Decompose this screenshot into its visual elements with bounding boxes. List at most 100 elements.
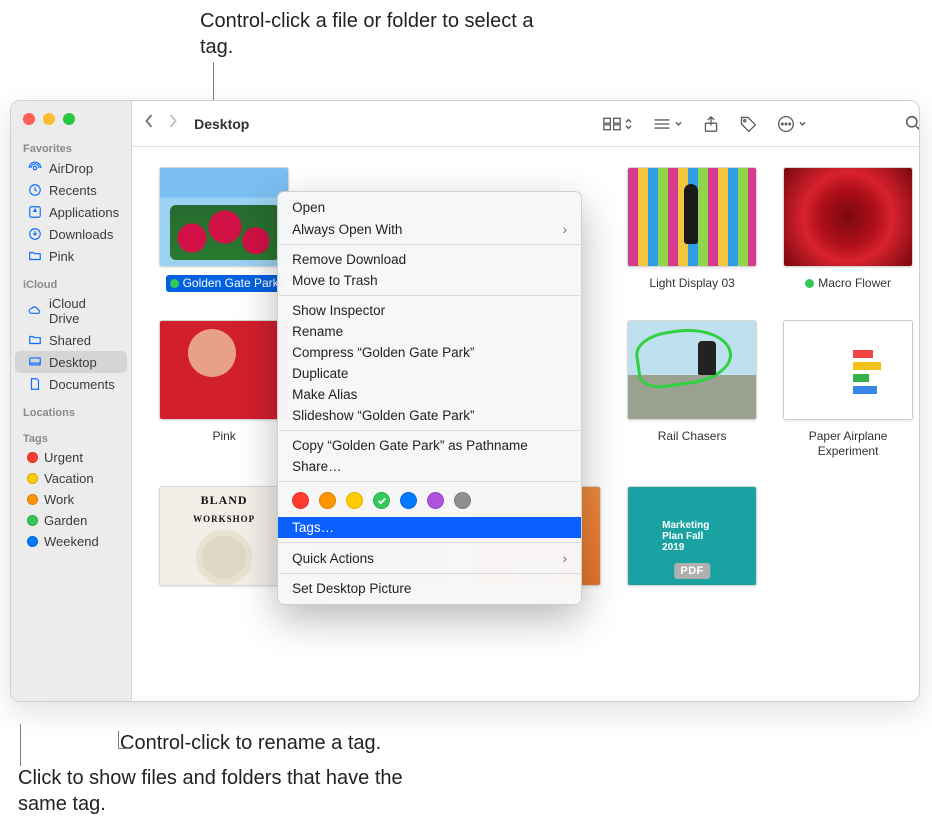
- toolbar: Desktop: [132, 101, 920, 147]
- sidebar-item-recents[interactable]: Recents: [15, 179, 127, 201]
- close-window-button[interactable]: [23, 113, 35, 125]
- sidebar-heading-tags: Tags: [11, 429, 131, 447]
- ctx-rename[interactable]: Rename: [278, 321, 581, 342]
- ctx-tag-color[interactable]: [400, 492, 417, 509]
- sidebar-label: Desktop: [49, 355, 97, 370]
- document-icon: [27, 376, 43, 392]
- sidebar-tag-label: Weekend: [44, 534, 99, 549]
- ctx-tag-color[interactable]: [427, 492, 444, 509]
- file-label: Pink: [208, 428, 239, 445]
- tags-button[interactable]: [733, 111, 763, 137]
- file-thumbnail: [783, 167, 913, 267]
- sidebar-item-downloads[interactable]: Downloads: [15, 223, 127, 245]
- sidebar: Favorites AirDrop Recents Applications D…: [11, 101, 132, 701]
- annotation-rename: Control-click to rename a tag.: [120, 730, 480, 756]
- file-thumbnail: [783, 320, 913, 420]
- more-button[interactable]: [771, 111, 813, 137]
- sidebar-item-shared[interactable]: Shared: [15, 329, 127, 351]
- sidebar-item-applications[interactable]: Applications: [15, 201, 127, 223]
- ctx-set-desktop-picture[interactable]: Set Desktop Picture: [278, 578, 581, 599]
- file-grid: Golden Gate Park Light Display 03 Macro Fl…: [132, 147, 920, 701]
- sidebar-item-pink[interactable]: Pink: [15, 245, 127, 267]
- ctx-show-inspector[interactable]: Show Inspector: [278, 300, 581, 321]
- nav-back-button[interactable]: [144, 113, 155, 134]
- sidebar-heading-icloud: iCloud: [11, 275, 131, 293]
- ctx-compress[interactable]: Compress “Golden Gate Park”: [278, 342, 581, 363]
- file-label: Rail Chasers: [654, 428, 731, 445]
- context-menu: Open Always Open With› Remove Download M…: [277, 191, 582, 605]
- file-item[interactable]: Rail Chasers: [622, 320, 762, 460]
- tag-dot-icon: [170, 279, 179, 288]
- sidebar-tag-weekend[interactable]: Weekend: [15, 531, 127, 552]
- group-by-button[interactable]: [647, 113, 689, 135]
- share-button[interactable]: [697, 111, 725, 137]
- file-label: Light Display 03: [645, 275, 738, 292]
- sidebar-tag-vacation[interactable]: Vacation: [15, 468, 127, 489]
- tag-dot-icon: [27, 473, 38, 484]
- zoom-window-button[interactable]: [63, 113, 75, 125]
- sidebar-tag-urgent[interactable]: Urgent: [15, 447, 127, 468]
- finder-window: Favorites AirDrop Recents Applications D…: [10, 100, 920, 702]
- ctx-move-to-trash[interactable]: Move to Trash: [278, 270, 581, 291]
- ctx-tag-color[interactable]: [373, 492, 390, 509]
- file-item[interactable]: Marketing Plan Fall 2019PDF: [622, 486, 762, 594]
- ctx-share[interactable]: Share…: [278, 456, 581, 477]
- file-item[interactable]: Paper Airplane Experiment: [778, 320, 918, 460]
- leader-show-tag-v: [20, 724, 21, 766]
- sidebar-tag-garden[interactable]: Garden: [15, 510, 127, 531]
- sidebar-tag-label: Work: [44, 492, 74, 507]
- ctx-tag-color[interactable]: [319, 492, 336, 509]
- sidebar-item-desktop[interactable]: Desktop: [15, 351, 127, 373]
- window-controls: [11, 101, 131, 133]
- tag-dot-icon: [805, 279, 814, 288]
- sidebar-tag-label: Garden: [44, 513, 87, 528]
- sidebar-label: iCloud Drive: [49, 296, 119, 326]
- file-thumbnail: [627, 320, 757, 420]
- ctx-tag-color[interactable]: [292, 492, 309, 509]
- nav-forward-button[interactable]: [167, 113, 178, 134]
- file-thumbnail: BLANDWORKSHOP: [159, 486, 289, 586]
- ctx-copy-pathname[interactable]: Copy “Golden Gate Park” as Pathname: [278, 435, 581, 456]
- ctx-remove-download[interactable]: Remove Download: [278, 249, 581, 270]
- file-item[interactable]: Golden Gate Park: [154, 167, 294, 292]
- sidebar-label: Documents: [49, 377, 115, 392]
- ctx-tags[interactable]: Tags…: [278, 517, 581, 538]
- file-item[interactable]: Pink: [154, 320, 294, 460]
- leader-rename-tag-h: [118, 748, 130, 749]
- search-button[interactable]: [899, 111, 920, 136]
- window-title: Desktop: [194, 116, 249, 132]
- annotation-top: Control-click a file or folder to select…: [200, 8, 540, 60]
- file-item[interactable]: BLANDWORKSHOP: [154, 486, 294, 594]
- sidebar-item-icloud-drive[interactable]: iCloud Drive: [15, 293, 127, 329]
- leader-rename-tag-v: [118, 731, 119, 749]
- sidebar-item-airdrop[interactable]: AirDrop: [15, 157, 127, 179]
- sidebar-tag-work[interactable]: Work: [15, 489, 127, 510]
- ctx-duplicate[interactable]: Duplicate: [278, 363, 581, 384]
- file-thumbnail: [159, 320, 289, 420]
- ctx-quick-actions[interactable]: Quick Actions›: [278, 547, 581, 569]
- sidebar-tag-label: Urgent: [44, 450, 83, 465]
- file-label: Macro Flower: [801, 275, 895, 292]
- sidebar-label: Pink: [49, 249, 74, 264]
- file-item[interactable]: Macro Flower: [778, 167, 918, 292]
- ctx-make-alias[interactable]: Make Alias: [278, 384, 581, 405]
- ctx-slideshow[interactable]: Slideshow “Golden Gate Park”: [278, 405, 581, 426]
- minimize-window-button[interactable]: [43, 113, 55, 125]
- view-mode-button[interactable]: [597, 113, 639, 135]
- ctx-tag-color[interactable]: [346, 492, 363, 509]
- ctx-always-open-with[interactable]: Always Open With›: [278, 218, 581, 240]
- main-area: Desktop: [132, 101, 920, 701]
- tag-dot-icon: [27, 494, 38, 505]
- ctx-tag-colors: [278, 486, 581, 517]
- shared-folder-icon: [27, 332, 43, 348]
- chevron-right-icon: ›: [562, 221, 567, 237]
- ctx-tag-color[interactable]: [454, 492, 471, 509]
- sidebar-item-documents[interactable]: Documents: [15, 373, 127, 395]
- applications-icon: [27, 204, 43, 220]
- sidebar-label: Downloads: [49, 227, 113, 242]
- sidebar-label: Recents: [49, 183, 97, 198]
- file-item[interactable]: Light Display 03: [622, 167, 762, 292]
- downloads-icon: [27, 226, 43, 242]
- ctx-open[interactable]: Open: [278, 197, 581, 218]
- airdrop-icon: [27, 160, 43, 176]
